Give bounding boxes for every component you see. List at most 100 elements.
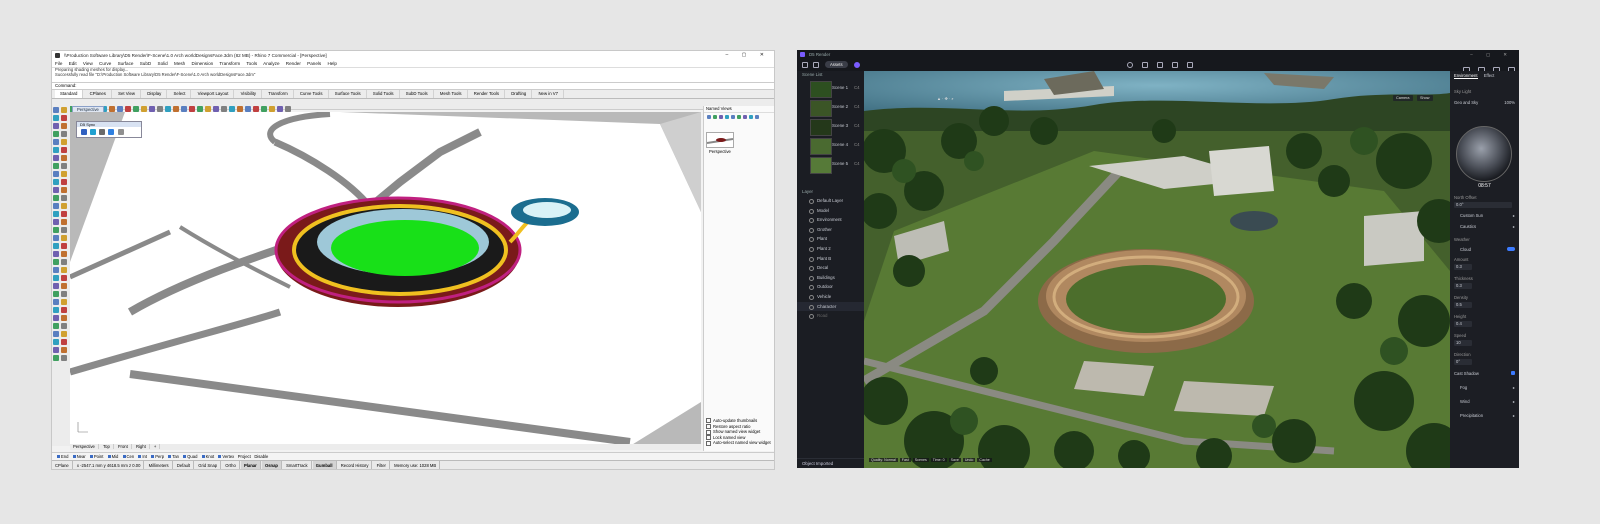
tool-icon[interactable]: [61, 275, 67, 281]
tool-icon[interactable]: [53, 315, 59, 321]
status-record-history[interactable]: Record History: [338, 461, 373, 469]
tool-icon[interactable]: [53, 331, 59, 337]
layer-item[interactable]: Model: [797, 206, 864, 216]
status-layer[interactable]: Default: [174, 461, 195, 469]
osnap-mid[interactable]: Mid: [112, 454, 119, 459]
export-icon[interactable]: [117, 129, 124, 135]
tool-icon[interactable]: [53, 203, 59, 209]
menu-render[interactable]: Render: [286, 61, 301, 66]
tab-set-view[interactable]: Set View: [113, 90, 141, 98]
tool-icon[interactable]: [61, 163, 67, 169]
layer-item[interactable]: Outdoor: [797, 282, 864, 292]
tab-surface-tools[interactable]: Surface Tools: [330, 90, 367, 98]
tab-new-in-v7[interactable]: New in V7: [533, 90, 565, 98]
tool-icon[interactable]: [53, 259, 59, 265]
tab-render-tools[interactable]: Render Tools: [469, 90, 505, 98]
light-icon[interactable]: [1127, 62, 1133, 68]
osnap-perp[interactable]: Perp: [155, 454, 164, 459]
tool-icon[interactable]: [53, 179, 59, 185]
param-field[interactable]: 0.4: [1454, 321, 1472, 327]
menu-view[interactable]: View: [83, 61, 93, 66]
osnap-near[interactable]: Near: [77, 454, 86, 459]
menu-help[interactable]: Help: [327, 61, 336, 66]
time-of-day[interactable]: 08:57: [1454, 183, 1515, 190]
vp-tab-right[interactable]: Right: [132, 444, 150, 449]
vp-tab-front[interactable]: Front: [115, 444, 132, 449]
tool-icon[interactable]: [53, 219, 59, 225]
link-icon[interactable]: [90, 129, 97, 135]
tab-drafting[interactable]: Drafting: [506, 90, 533, 98]
tab-viewport-layout[interactable]: Viewport Layout: [193, 90, 235, 98]
cloud-row[interactable]: Cloud: [1454, 246, 1515, 253]
osnap-cen[interactable]: Cen: [127, 454, 135, 459]
tool-icon[interactable]: [61, 267, 67, 273]
status-ortho[interactable]: Ortho: [222, 461, 240, 469]
scenes-status[interactable]: Scenes: [912, 458, 929, 462]
tool-icon[interactable]: [61, 147, 67, 153]
menu-surface[interactable]: Surface: [118, 61, 134, 66]
osnap-quad[interactable]: Quad: [187, 454, 197, 459]
file-icon[interactable]: [813, 62, 819, 68]
save-status[interactable]: Save: [948, 458, 961, 462]
menu-subd[interactable]: SubD: [140, 61, 152, 66]
tool-icon[interactable]: [53, 227, 59, 233]
status-planar[interactable]: Planar: [240, 461, 261, 469]
quality-status[interactable]: Quality: Normal: [869, 458, 898, 462]
command-line[interactable]: Command:: [52, 82, 774, 90]
undo-status[interactable]: Undo: [962, 458, 976, 462]
vp-tab-perspective[interactable]: Perspective: [70, 444, 99, 449]
osnap-int[interactable]: Int: [142, 454, 147, 459]
menu-transform[interactable]: Transform: [219, 61, 240, 66]
tool-icon[interactable]: [61, 227, 67, 233]
fast-status[interactable]: Fast: [899, 458, 911, 462]
osnap-point[interactable]: Point: [94, 454, 104, 459]
tab-subd-tools[interactable]: SubD Tools: [401, 90, 434, 98]
osnap-disable[interactable]: Disable: [254, 454, 268, 459]
tool-icon[interactable]: [53, 347, 59, 353]
cloud-toggle[interactable]: [1507, 247, 1515, 251]
tool-icon[interactable]: [53, 243, 59, 249]
tab-visibility[interactable]: Visibility: [236, 90, 263, 98]
option-auto-select[interactable]: Auto-select named view widget: [706, 440, 772, 446]
param-field[interactable]: 0.3: [1454, 283, 1472, 289]
tool-icon[interactable]: [61, 139, 67, 145]
status-gumball[interactable]: Gumball: [312, 461, 337, 469]
layer-item[interactable]: Character: [797, 301, 864, 312]
menu-mesh[interactable]: Mesh: [174, 61, 185, 66]
tool-icon[interactable]: [53, 131, 59, 137]
tool-icon[interactable]: [53, 195, 59, 201]
tool-icon[interactable]: [61, 251, 67, 257]
scene-item[interactable]: Scene 5 C4: [797, 155, 864, 174]
layer-item[interactable]: Decal: [797, 263, 864, 273]
scene-item[interactable]: Scene 1 C4: [797, 79, 864, 98]
tool-icon[interactable]: [53, 275, 59, 281]
panel-tool-icon[interactable]: [743, 115, 747, 119]
panel-tool-icon[interactable]: [719, 115, 723, 119]
status-cplane[interactable]: CPlane: [52, 461, 73, 469]
camera-icon[interactable]: [108, 129, 115, 135]
tab-effect[interactable]: Effect: [1484, 73, 1495, 78]
precipitation-row[interactable]: Precipitation ▸: [1454, 412, 1515, 419]
viewport-nav-tools[interactable]: ▲ · ✥ · ⌕: [937, 96, 954, 101]
tool-icon[interactable]: [53, 355, 59, 361]
tool-icon[interactable]: [61, 107, 67, 113]
status-osnap[interactable]: Osnap: [261, 461, 282, 469]
tool-icon[interactable]: [53, 283, 59, 289]
tool-icon[interactable]: [61, 211, 67, 217]
tool-icon[interactable]: [61, 243, 67, 249]
d5-render-viewport[interactable]: ▲ · ✥ · ⌕ Camera Show: [864, 71, 1450, 468]
brush-icon[interactable]: [1157, 62, 1163, 68]
tool-icon[interactable]: [53, 107, 59, 113]
osnap-end[interactable]: End: [61, 454, 68, 459]
tool-icon[interactable]: [61, 171, 67, 177]
tool-icon[interactable]: [53, 299, 59, 305]
layer-item[interactable]: Grother: [797, 225, 864, 235]
menu-file[interactable]: File: [55, 61, 62, 66]
tool-icon[interactable]: [53, 139, 59, 145]
user-avatar-icon[interactable]: [854, 62, 860, 68]
measure-icon[interactable]: [1187, 62, 1193, 68]
perspective-viewport[interactable]: D5 Sync: [70, 112, 701, 446]
tool-icon[interactable]: [61, 339, 67, 345]
tool-icon[interactable]: [53, 163, 59, 169]
path-icon[interactable]: [1142, 62, 1148, 68]
